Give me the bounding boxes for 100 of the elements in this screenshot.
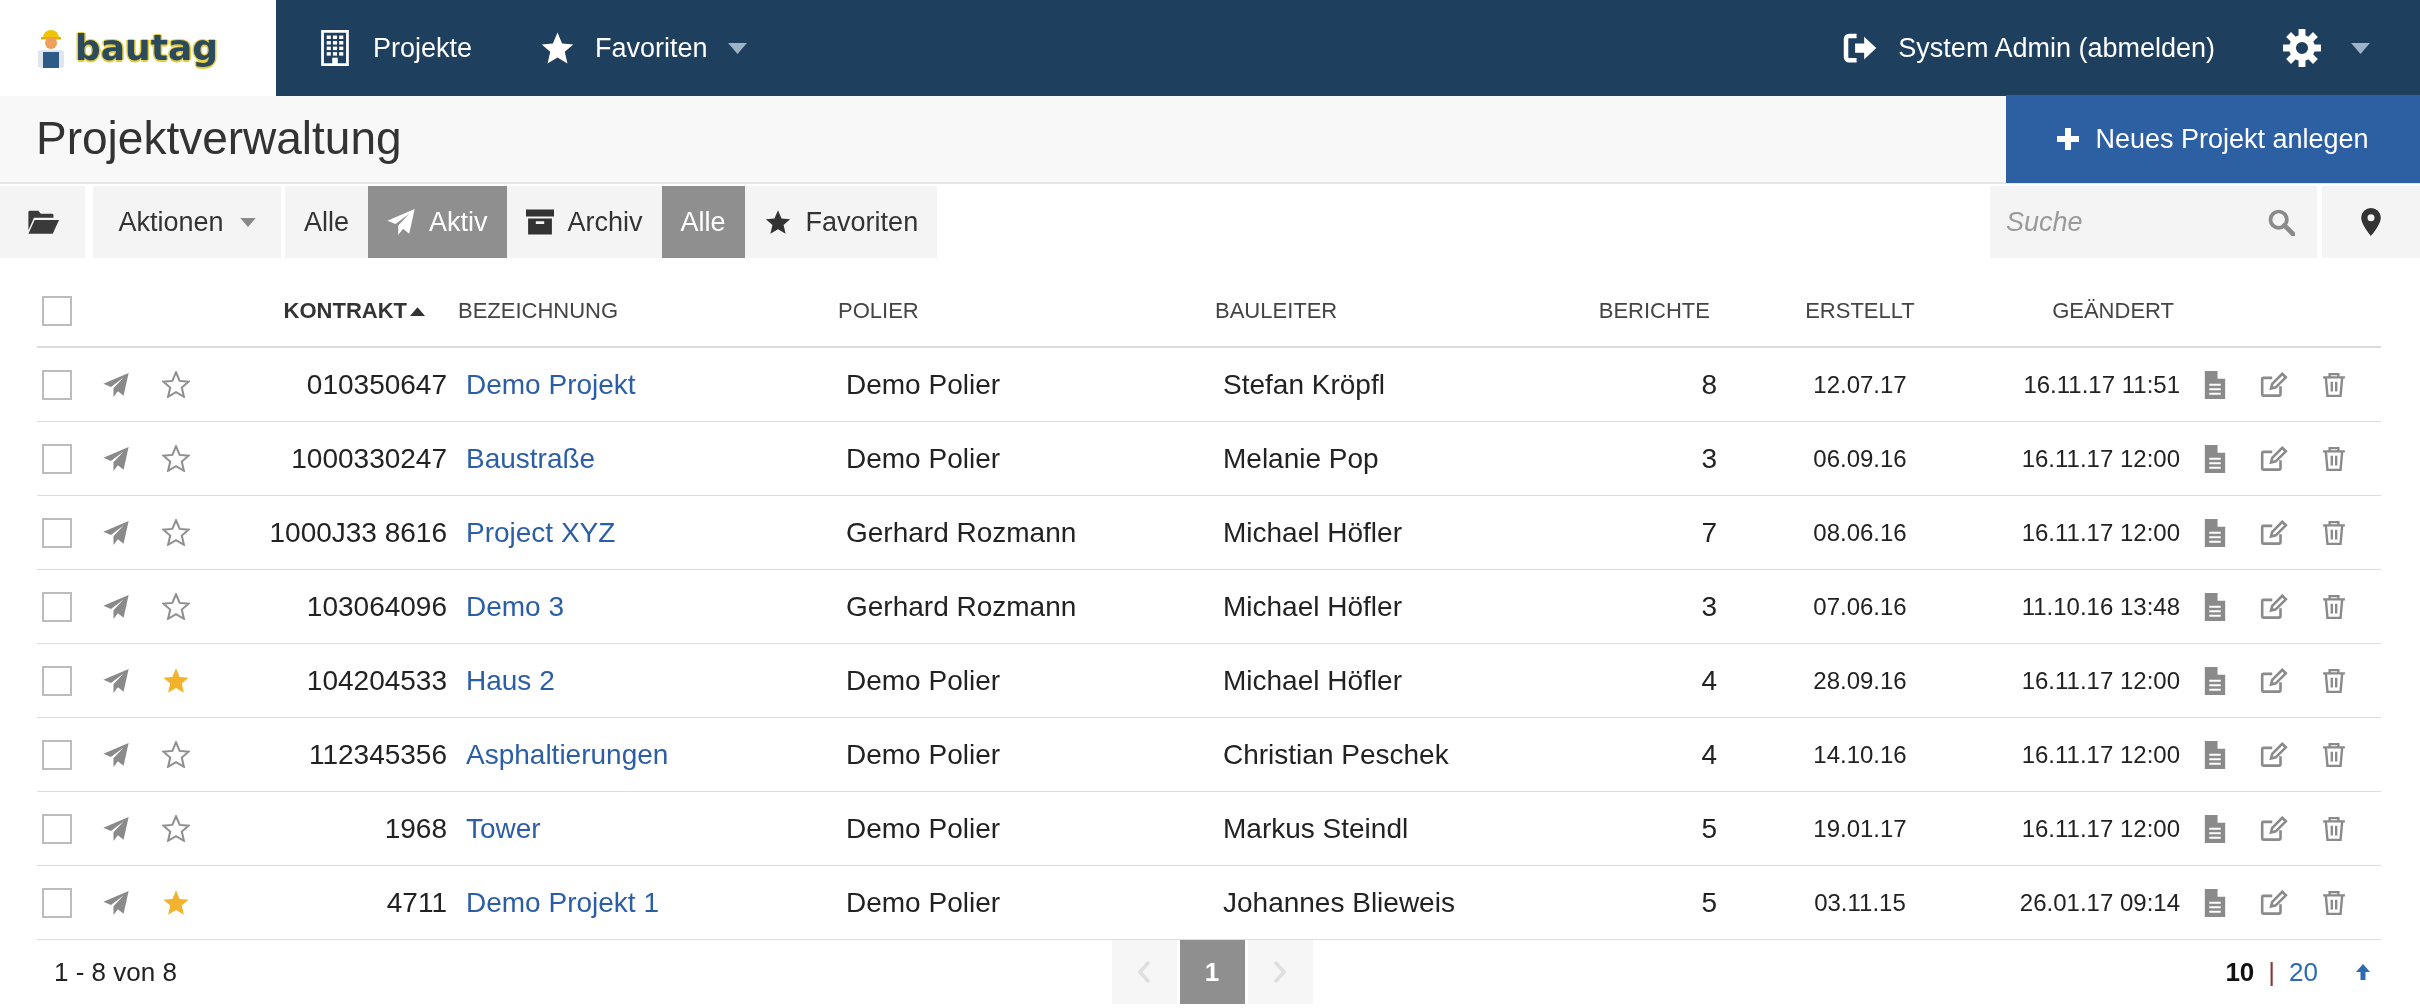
- column-header[interactable]: KONTRAKT: [283, 298, 425, 324]
- column-header[interactable]: BEZEICHNUNG: [458, 298, 619, 324]
- star-icon[interactable]: [162, 371, 190, 398]
- project-link[interactable]: Haus 2: [466, 664, 555, 696]
- trash-icon[interactable]: [2322, 666, 2346, 695]
- contract-number: 010350647: [306, 368, 447, 400]
- paper-plane-icon: [103, 446, 129, 471]
- trash-icon[interactable]: [2322, 888, 2346, 917]
- report-count: 3: [1701, 442, 1717, 474]
- contract-number: 112345356: [308, 738, 447, 770]
- column-header[interactable]: BAULEITER: [1215, 298, 1338, 324]
- filter-tab[interactable]: Alle: [285, 186, 369, 258]
- modified-date: 11.10.16 13:48: [2021, 592, 2180, 620]
- column-header[interactable]: BERICHTE: [1598, 298, 1710, 324]
- row-checkbox[interactable]: [42, 443, 72, 474]
- row-checkbox[interactable]: [42, 739, 72, 770]
- row-checkbox[interactable]: [42, 813, 72, 844]
- search-icon[interactable]: [2267, 208, 2295, 236]
- document-icon[interactable]: [2204, 592, 2226, 621]
- document-icon[interactable]: [2204, 518, 2226, 547]
- edit-icon[interactable]: [2260, 815, 2288, 842]
- edit-icon[interactable]: [2260, 667, 2288, 694]
- search-field[interactable]: Suche: [1990, 186, 2317, 258]
- logout-icon: [1843, 32, 1878, 64]
- row-checkbox[interactable]: [42, 369, 72, 400]
- foreman-name: Demo Polier: [846, 738, 1001, 770]
- modified-date: 16.11.17 12:00: [2021, 814, 2180, 842]
- nav-link[interactable]: Favoriten: [540, 31, 747, 65]
- trash-icon[interactable]: [2322, 518, 2346, 547]
- edit-icon[interactable]: [2260, 889, 2288, 916]
- modified-date: 16.11.17 11:51: [2023, 370, 2180, 398]
- map-pin-button[interactable]: [2322, 186, 2420, 258]
- project-link[interactable]: Demo 3: [466, 590, 565, 622]
- paper-plane-icon: [387, 209, 416, 235]
- nav-link[interactable]: Projekte: [319, 30, 473, 66]
- created-date: 07.06.16: [1813, 592, 1907, 620]
- filter-tab[interactable]: Archiv: [506, 186, 662, 258]
- star-icon[interactable]: [162, 815, 190, 842]
- star-icon[interactable]: [162, 741, 190, 768]
- report-count: 3: [1701, 590, 1717, 622]
- star-icon[interactable]: [162, 593, 190, 620]
- project-link[interactable]: Project XYZ: [466, 516, 616, 548]
- page-size-option[interactable]: 20: [2289, 956, 2318, 988]
- actions-dropdown[interactable]: Aktionen: [93, 186, 281, 258]
- paper-plane-icon: [103, 520, 129, 545]
- row-checkbox[interactable]: [42, 591, 72, 622]
- report-count: 4: [1701, 664, 1717, 696]
- edit-icon[interactable]: [2260, 445, 2288, 472]
- row-checkbox[interactable]: [42, 517, 72, 548]
- trash-icon[interactable]: [2322, 444, 2346, 473]
- trash-icon[interactable]: [2322, 814, 2346, 843]
- select-all-checkbox[interactable]: [42, 296, 72, 326]
- document-icon[interactable]: [2204, 740, 2226, 769]
- document-icon[interactable]: [2204, 888, 2226, 917]
- star-icon[interactable]: [162, 445, 190, 472]
- foreman-name: Gerhard Rozmann: [846, 590, 1077, 622]
- project-link[interactable]: Demo Projekt: [466, 368, 636, 400]
- archive-box-icon: [525, 209, 554, 235]
- chevron-right-icon: [1273, 960, 1287, 984]
- logo-panel[interactable]: bautag: [0, 0, 276, 96]
- row-checkbox[interactable]: [42, 887, 72, 918]
- report-count: 7: [1701, 516, 1717, 548]
- project-link[interactable]: Demo Projekt 1: [466, 886, 659, 918]
- trash-icon[interactable]: [2322, 740, 2346, 769]
- map-pin-icon: [2361, 208, 2381, 236]
- trash-icon[interactable]: [2322, 592, 2346, 621]
- new-project-button[interactable]: Neues Projekt anlegen: [2006, 95, 2420, 183]
- edit-icon[interactable]: [2260, 371, 2288, 398]
- star-icon[interactable]: [162, 889, 190, 916]
- project-link[interactable]: Tower: [466, 812, 541, 844]
- star-icon[interactable]: [162, 667, 190, 694]
- edit-icon[interactable]: [2260, 593, 2288, 620]
- paper-plane-icon: [103, 742, 129, 767]
- column-header[interactable]: ERSTELLT: [1805, 298, 1915, 324]
- column-header[interactable]: GEÄNDERT: [2052, 298, 2174, 324]
- created-date: 14.10.16: [1813, 740, 1907, 768]
- caret-icon: [239, 217, 256, 227]
- edit-icon[interactable]: [2260, 741, 2288, 768]
- document-icon[interactable]: [2204, 814, 2226, 843]
- paper-plane-icon: [103, 890, 129, 915]
- report-count: 5: [1701, 886, 1717, 918]
- folder-button[interactable]: [0, 186, 85, 258]
- contract-number: 1000J33 8616: [269, 516, 447, 548]
- trash-icon[interactable]: [2322, 370, 2346, 399]
- project-link[interactable]: Baustraße: [466, 442, 596, 474]
- edit-icon[interactable]: [2260, 519, 2288, 546]
- star-icon[interactable]: [162, 519, 190, 546]
- project-link[interactable]: Asphaltierungen: [466, 738, 669, 770]
- document-icon[interactable]: [2204, 444, 2226, 473]
- column-header[interactable]: POLIER: [838, 298, 919, 324]
- site-manager-name: Stefan Kröpfl: [1223, 368, 1385, 400]
- arrow-up-icon[interactable]: [2356, 964, 2370, 980]
- document-icon[interactable]: [2204, 666, 2226, 695]
- logout-link[interactable]: System Admin (abmelden): [1843, 32, 2215, 64]
- page-size-option[interactable]: 10: [2225, 956, 2255, 988]
- row-checkbox[interactable]: [42, 665, 72, 696]
- filter-tab[interactable]: Favoriten: [744, 186, 938, 258]
- modified-date: 16.11.17 12:00: [2021, 518, 2180, 546]
- document-icon[interactable]: [2204, 370, 2226, 399]
- settings-button[interactable]: [2283, 29, 2370, 67]
